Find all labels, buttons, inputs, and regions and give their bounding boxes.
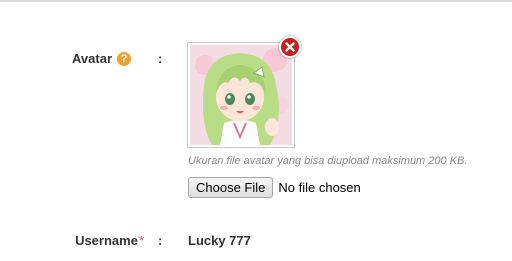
username-label-group: Username* xyxy=(75,233,144,248)
close-icon xyxy=(285,42,295,52)
file-input: Choose File No file chosen xyxy=(188,177,361,198)
avatar-label: Avatar xyxy=(72,51,112,66)
avatar-label-group: Avatar ? xyxy=(72,51,131,66)
help-icon[interactable]: ? xyxy=(117,51,131,66)
top-divider xyxy=(0,0,512,2)
file-status: No file chosen xyxy=(278,180,361,195)
avatar-colon: : xyxy=(158,51,163,66)
username-colon: : xyxy=(158,233,163,248)
username-label: Username xyxy=(75,233,138,248)
required-mark: * xyxy=(138,233,144,248)
avatar-size-hint: Ukuran file avatar yang bisa diupload ma… xyxy=(188,155,468,167)
delete-avatar-button[interactable] xyxy=(279,36,301,58)
avatar-preview xyxy=(187,42,295,148)
username-value: Lucky 777 xyxy=(188,233,251,248)
avatar-image xyxy=(190,45,292,145)
choose-file-button[interactable]: Choose File xyxy=(188,177,274,198)
